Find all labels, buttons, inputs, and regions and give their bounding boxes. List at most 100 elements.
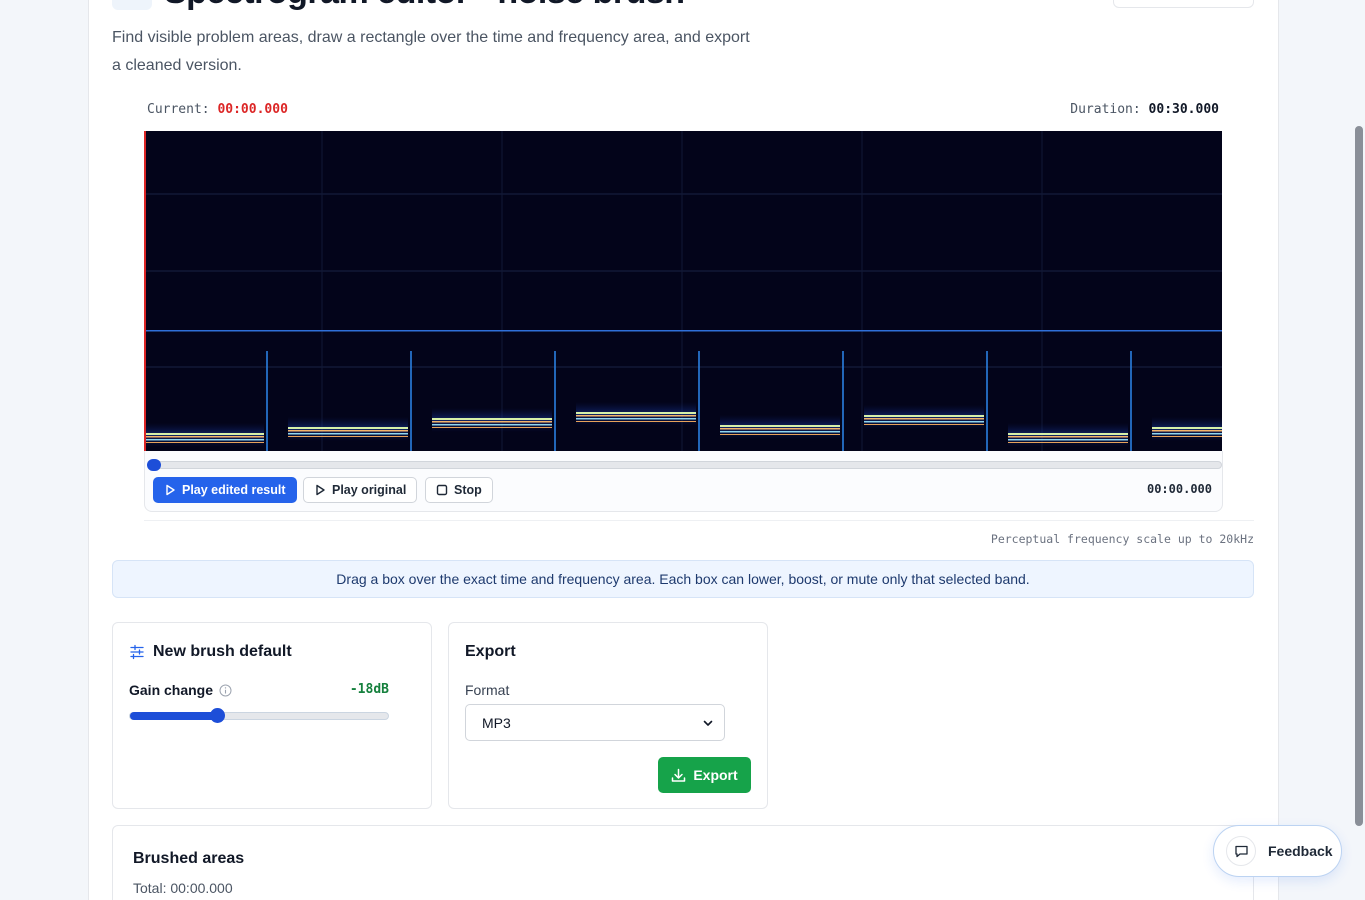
frequency-scale-note: Perceptual frequency scale up to 20kHz: [990, 532, 1254, 546]
note-band: [432, 424, 552, 426]
brush-panel-title: New brush default: [129, 643, 292, 661]
note-band: [720, 434, 840, 435]
scrubber-track[interactable]: [149, 461, 1222, 469]
sliders-icon: [130, 644, 144, 660]
page-title: Spectrogram editor · noise brush: [164, 0, 685, 12]
brush-panel-title-text: New brush default: [153, 643, 292, 660]
note-band: [288, 433, 408, 435]
duration-label: Duration:: [1070, 102, 1141, 117]
section-divider: [144, 520, 1254, 521]
header-action-button[interactable]: [1113, 0, 1254, 8]
brushed-areas-total: Total: 00:00.000: [133, 880, 233, 896]
chevron-down-icon: [703, 720, 713, 726]
note-band: [288, 430, 408, 432]
transient-line: [1130, 351, 1132, 451]
note-band: [576, 415, 696, 417]
scrubber-handle[interactable]: [147, 459, 161, 471]
page-scrollbar-thumb[interactable]: [1355, 126, 1363, 826]
format-select[interactable]: MP3: [465, 704, 725, 741]
page-subtitle: Find visible problem areas, draw a recta…: [112, 29, 750, 74]
gain-slider-track[interactable]: [129, 712, 389, 720]
note-band: [720, 431, 840, 433]
current-time: Current: 00:00.000: [147, 102, 288, 117]
play-original-button[interactable]: Play original: [303, 477, 418, 503]
brushed-areas-panel: Brushed areas Total: 00:00.000: [112, 825, 1254, 900]
gain-change-label-text: Gain change: [129, 682, 214, 698]
note-band: [576, 418, 696, 420]
format-label: Format: [465, 682, 510, 698]
spectrogram-notes: [144, 351, 1222, 451]
note-band: [1008, 439, 1128, 441]
note-band: [288, 427, 408, 429]
note-band: [144, 439, 264, 441]
play-icon: [166, 484, 175, 496]
transient-line: [698, 351, 700, 451]
note-band: [144, 433, 264, 435]
note-band: [144, 442, 264, 443]
note-band: [1008, 433, 1128, 435]
transient-line: [986, 351, 988, 451]
gain-slider-handle[interactable]: [210, 708, 226, 723]
note-band: [432, 421, 552, 423]
note-band: [144, 436, 264, 438]
download-icon: [672, 768, 686, 782]
feedback-icon-wrap: [1226, 836, 1256, 866]
play-original-label: Play original: [332, 483, 407, 497]
note-band: [1152, 433, 1222, 435]
feedback-label: Feedback: [1268, 843, 1333, 859]
message-icon: [1234, 845, 1248, 857]
transient-line: [410, 351, 412, 451]
note-band: [864, 418, 984, 420]
title-row: Spectrogram editor · noise brush: [112, 0, 685, 12]
current-time-value: 00:00.000: [217, 102, 288, 117]
note-band: [1008, 436, 1128, 438]
note-band: [576, 412, 696, 414]
gain-change-label: Gain change: [129, 682, 232, 698]
note-band: [1152, 436, 1222, 437]
current-time-label: Current:: [147, 102, 210, 117]
export-button[interactable]: Export: [658, 757, 751, 793]
note-band: [1152, 430, 1222, 432]
transient-line: [842, 351, 844, 451]
info-banner-text: Drag a box over the exact time and frequ…: [336, 571, 1030, 587]
brush-default-panel: New brush default Gain change -18dB: [112, 622, 432, 809]
gain-change-value: -18dB: [349, 682, 389, 697]
info-banner: Drag a box over the exact time and frequ…: [112, 560, 1254, 598]
brushed-areas-title: Brushed areas: [133, 850, 245, 867]
transient-line: [266, 351, 268, 451]
export-panel-title-text: Export: [465, 643, 516, 660]
note-band: [1008, 442, 1128, 443]
play-edited-label: Play edited result: [182, 483, 286, 497]
time-readout-row: Current: 00:00.000 Duration: 00:30.000: [147, 102, 1219, 122]
stop-button[interactable]: Stop: [425, 477, 493, 503]
duration-value: 00:30.000: [1148, 102, 1219, 117]
export-panel: Export Format MP3 Export: [448, 622, 768, 809]
spectrogram-image: [144, 131, 1222, 451]
note-band: [288, 436, 408, 437]
player-position: 00:00.000: [1146, 482, 1212, 496]
title-icon: [112, 0, 152, 10]
note-band: [720, 428, 840, 430]
note-band: [864, 415, 984, 417]
export-button-label: Export: [693, 767, 738, 783]
info-icon[interactable]: [219, 684, 232, 697]
feedback-button[interactable]: Feedback: [1213, 825, 1342, 877]
note-band: [864, 421, 984, 423]
format-selected-value: MP3: [482, 714, 511, 731]
play-icon: [316, 484, 325, 496]
note-band: [432, 418, 552, 420]
stop-label: Stop: [454, 483, 482, 497]
spectrogram-canvas[interactable]: [144, 131, 1222, 451]
note-band: [576, 421, 696, 422]
player-controls: Play edited result Play original Stop 00…: [144, 451, 1223, 512]
note-band: [1152, 427, 1222, 429]
playhead: [144, 131, 146, 451]
note-band: [720, 425, 840, 427]
note-band: [864, 424, 984, 425]
transient-line: [554, 351, 556, 451]
note-band: [432, 427, 552, 428]
export-panel-title: Export: [465, 643, 516, 661]
duration: Duration: 00:30.000: [1070, 102, 1219, 117]
play-edited-button[interactable]: Play edited result: [153, 477, 297, 503]
stop-icon: [436, 484, 448, 496]
